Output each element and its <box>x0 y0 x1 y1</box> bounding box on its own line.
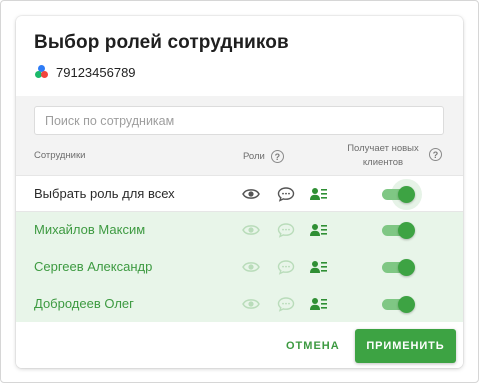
cancel-button[interactable]: ОТМЕНА <box>278 332 348 360</box>
eye-icon[interactable] <box>242 222 260 238</box>
chat-icon[interactable] <box>277 296 295 312</box>
employee-row: Добродеев Олег <box>16 286 463 323</box>
search-input[interactable] <box>34 106 444 135</box>
dialog-title: Выбор ролей сотрудников <box>34 32 289 53</box>
phone-number: 79123456789 <box>56 64 136 80</box>
employee-name: Михайлов Максим <box>34 222 146 237</box>
new-clients-toggle[interactable] <box>380 295 415 313</box>
chat-icon[interactable] <box>277 222 295 238</box>
user-list-icon[interactable] <box>310 296 328 312</box>
toggle-thumb <box>398 296 415 313</box>
help-icon[interactable]: ? <box>429 148 442 161</box>
help-icon[interactable]: ? <box>270 150 284 163</box>
column-header-roles: Роли ? <box>243 150 284 163</box>
employee-row: Михайлов Максим <box>16 212 463 249</box>
apply-button[interactable]: ПРИМЕНИТЬ <box>355 329 456 363</box>
dialog-footer: ОТМЕНА ПРИМЕНИТЬ <box>16 322 463 368</box>
table-header-area: Сотрудники Роли ? Получает новых клиенто… <box>16 96 463 175</box>
eye-icon[interactable] <box>242 186 260 202</box>
employee-name: Добродеев Олег <box>34 296 134 311</box>
column-header-employees: Сотрудники <box>34 150 86 161</box>
eye-icon[interactable] <box>242 259 260 275</box>
employee-row: Сергеев Александр <box>16 249 463 286</box>
toggle-thumb <box>398 259 415 276</box>
column-header-roles-label: Роли <box>243 151 265 162</box>
new-clients-toggle[interactable] <box>380 258 415 276</box>
user-list-icon[interactable] <box>310 222 328 238</box>
column-header-new-clients: Получает новых клиентов <box>347 143 419 168</box>
user-list-icon[interactable] <box>310 259 328 275</box>
toggle-thumb <box>398 186 415 203</box>
role-selection-dialog: Выбор ролей сотрудников 79123456789 Сотр… <box>16 16 463 368</box>
toggle-thumb <box>398 222 415 239</box>
colored-dots-icon <box>35 65 49 79</box>
user-list-icon[interactable] <box>310 186 328 202</box>
select-all-label: Выбрать роль для всех <box>34 186 175 201</box>
select-all-new-clients-toggle[interactable] <box>380 179 422 210</box>
chat-icon[interactable] <box>277 259 295 275</box>
phone-row: 79123456789 <box>35 64 136 80</box>
employee-name: Сергеев Александр <box>34 259 153 274</box>
new-clients-toggle[interactable] <box>380 221 415 239</box>
eye-icon[interactable] <box>242 296 260 312</box>
chat-icon[interactable] <box>277 186 295 202</box>
select-all-row: Выбрать роль для всех <box>16 175 463 212</box>
